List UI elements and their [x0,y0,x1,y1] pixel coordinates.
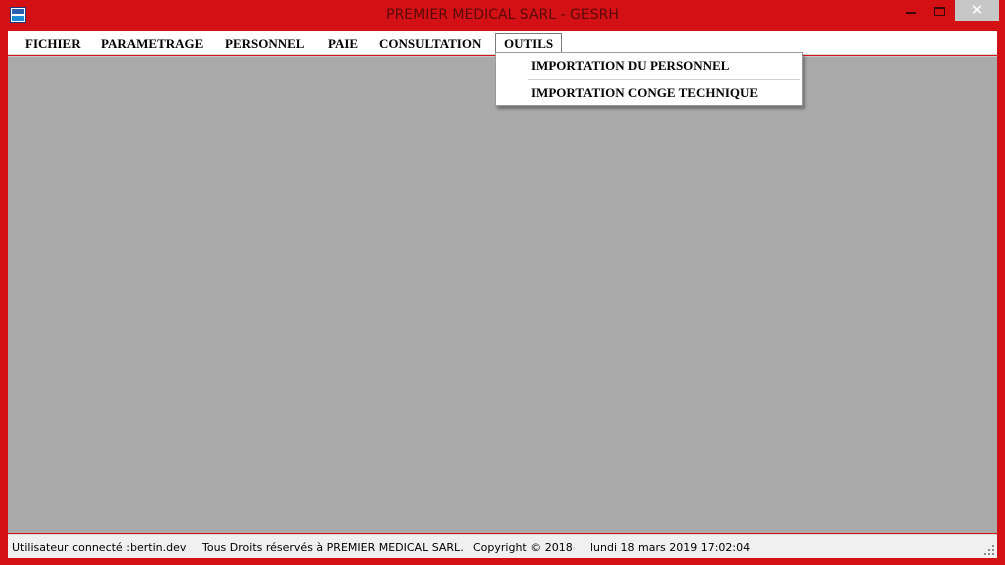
menu-paie[interactable]: PAIE [319,33,367,54]
menu-parametrage[interactable]: PARAMETRAGE [92,33,212,54]
outils-dropdown-menu: IMPORTATION DU PERSONNEL IMPORTATION CON… [495,52,803,106]
menu-separator [528,79,800,80]
menu-item-importation-personnel[interactable]: IMPORTATION DU PERSONNEL [496,54,802,78]
maximize-button[interactable] [925,0,953,22]
menu-consultation[interactable]: CONSULTATION [370,33,490,54]
status-user-value: bertin.dev [130,541,187,554]
status-datetime: lundi 18 mars 2019 17:02:04 [590,541,751,554]
minimize-button[interactable] [897,0,925,22]
menu-personnel[interactable]: PERSONNEL [216,33,313,54]
window-title: PREMIER MEDICAL SARL - GESRH [386,7,619,23]
status-bar: Utilisateur connecté : bertin.dev Tous D… [8,534,997,558]
title-bar[interactable]: PREMIER MEDICAL SARL - GESRH ✕ [0,0,1005,31]
maximize-icon [933,6,945,16]
menu-fichier[interactable]: FICHIER [16,33,90,54]
status-rights: Tous Droits réservés à PREMIER MEDICAL S… [202,541,464,554]
minimize-icon [906,12,916,14]
status-user-label: Utilisateur connecté : [12,541,130,554]
close-icon: ✕ [970,1,984,19]
close-button[interactable]: ✕ [955,0,999,21]
status-copyright: Copyright © 2018 [473,541,573,554]
mdi-client-area [8,56,997,533]
main-window: PREMIER MEDICAL SARL - GESRH ✕ FICHIER P… [0,0,1005,565]
resize-grip-icon[interactable] [984,545,994,555]
menu-item-importation-conge-technique[interactable]: IMPORTATION CONGE TECHNIQUE [496,81,802,105]
